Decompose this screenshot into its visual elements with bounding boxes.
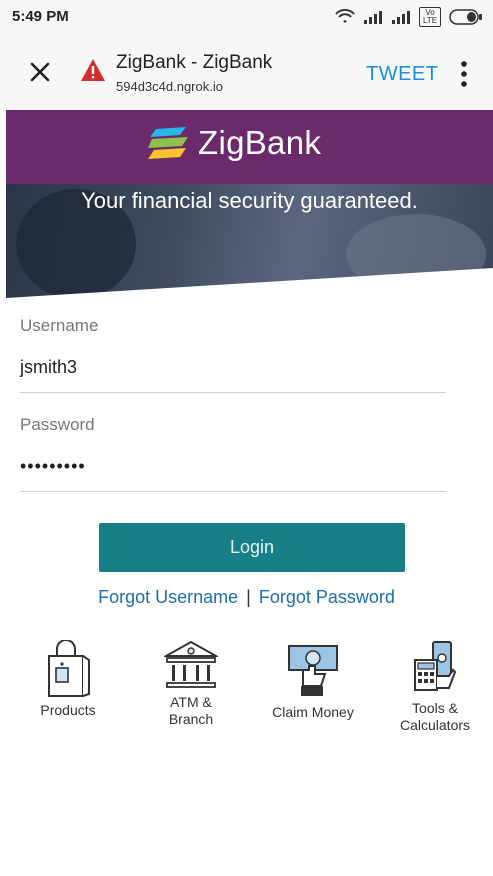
password-label: Password [20,415,95,434]
status-icons: Vo LTE [335,7,483,27]
browser-toolbar: ZigBank - ZigBank 594d3c4d.ngrok.io TWEE… [0,36,493,110]
hero-banner: Your financial security guaranteed. [6,184,493,298]
warning-icon[interactable] [80,58,106,82]
shopping-bag-icon [48,640,90,697]
login-button[interactable]: Login [99,523,405,572]
quick-link-label: Tools & Calculators [399,700,471,733]
quick-link-label: Products [40,702,96,718]
more-vert-icon[interactable] [456,59,472,89]
status-time: 5:49 PM [12,8,69,25]
brand-name: ZigBank [198,124,322,161]
quick-link-tools-calculators[interactable]: Tools & Calculators [380,640,490,734]
username-label: Username [20,316,99,335]
close-icon[interactable] [26,58,54,86]
wifi-icon [335,9,355,23]
brand-header: ZigBank [6,110,493,184]
quick-link-claim-money[interactable]: Claim Money [258,640,368,721]
quick-link-label: Claim Money [272,704,354,720]
quick-link-label: ATM & Branch [168,694,214,727]
tweet-button[interactable]: TWEET [366,63,439,86]
quick-link-products[interactable]: Products [13,640,123,719]
quick-link-atm-branch[interactable]: ATM & Branch [136,640,246,728]
signal-icon [364,11,382,24]
username-input[interactable]: jsmith3 [20,357,77,378]
calculator-phone-icon [414,641,457,691]
cash-hand-icon [288,645,338,696]
volte-badge: Vo LTE [419,7,441,27]
username-underline [20,392,446,393]
signal-icon-2 [392,11,410,24]
password-underline [20,491,446,492]
forgot-password-link[interactable]: Forgot Password [259,587,395,607]
battery-icon [449,9,482,25]
link-separator: | [246,587,251,607]
forgot-links: Forgot Username | Forgot Password [0,587,493,608]
zigbank-logo-icon [148,127,188,159]
brand-logo: ZigBank [146,124,321,162]
page-title: ZigBank - ZigBank [116,52,273,73]
bank-building-icon [164,640,218,688]
password-input[interactable]: ••••••••• [20,456,86,477]
page-url: 594d3c4d.ngrok.io [116,79,223,94]
hero-tagline: Your financial security guaranteed. [81,188,418,213]
forgot-username-link[interactable]: Forgot Username [98,587,238,607]
status-bar: 5:49 PM Vo LTE [0,0,493,36]
